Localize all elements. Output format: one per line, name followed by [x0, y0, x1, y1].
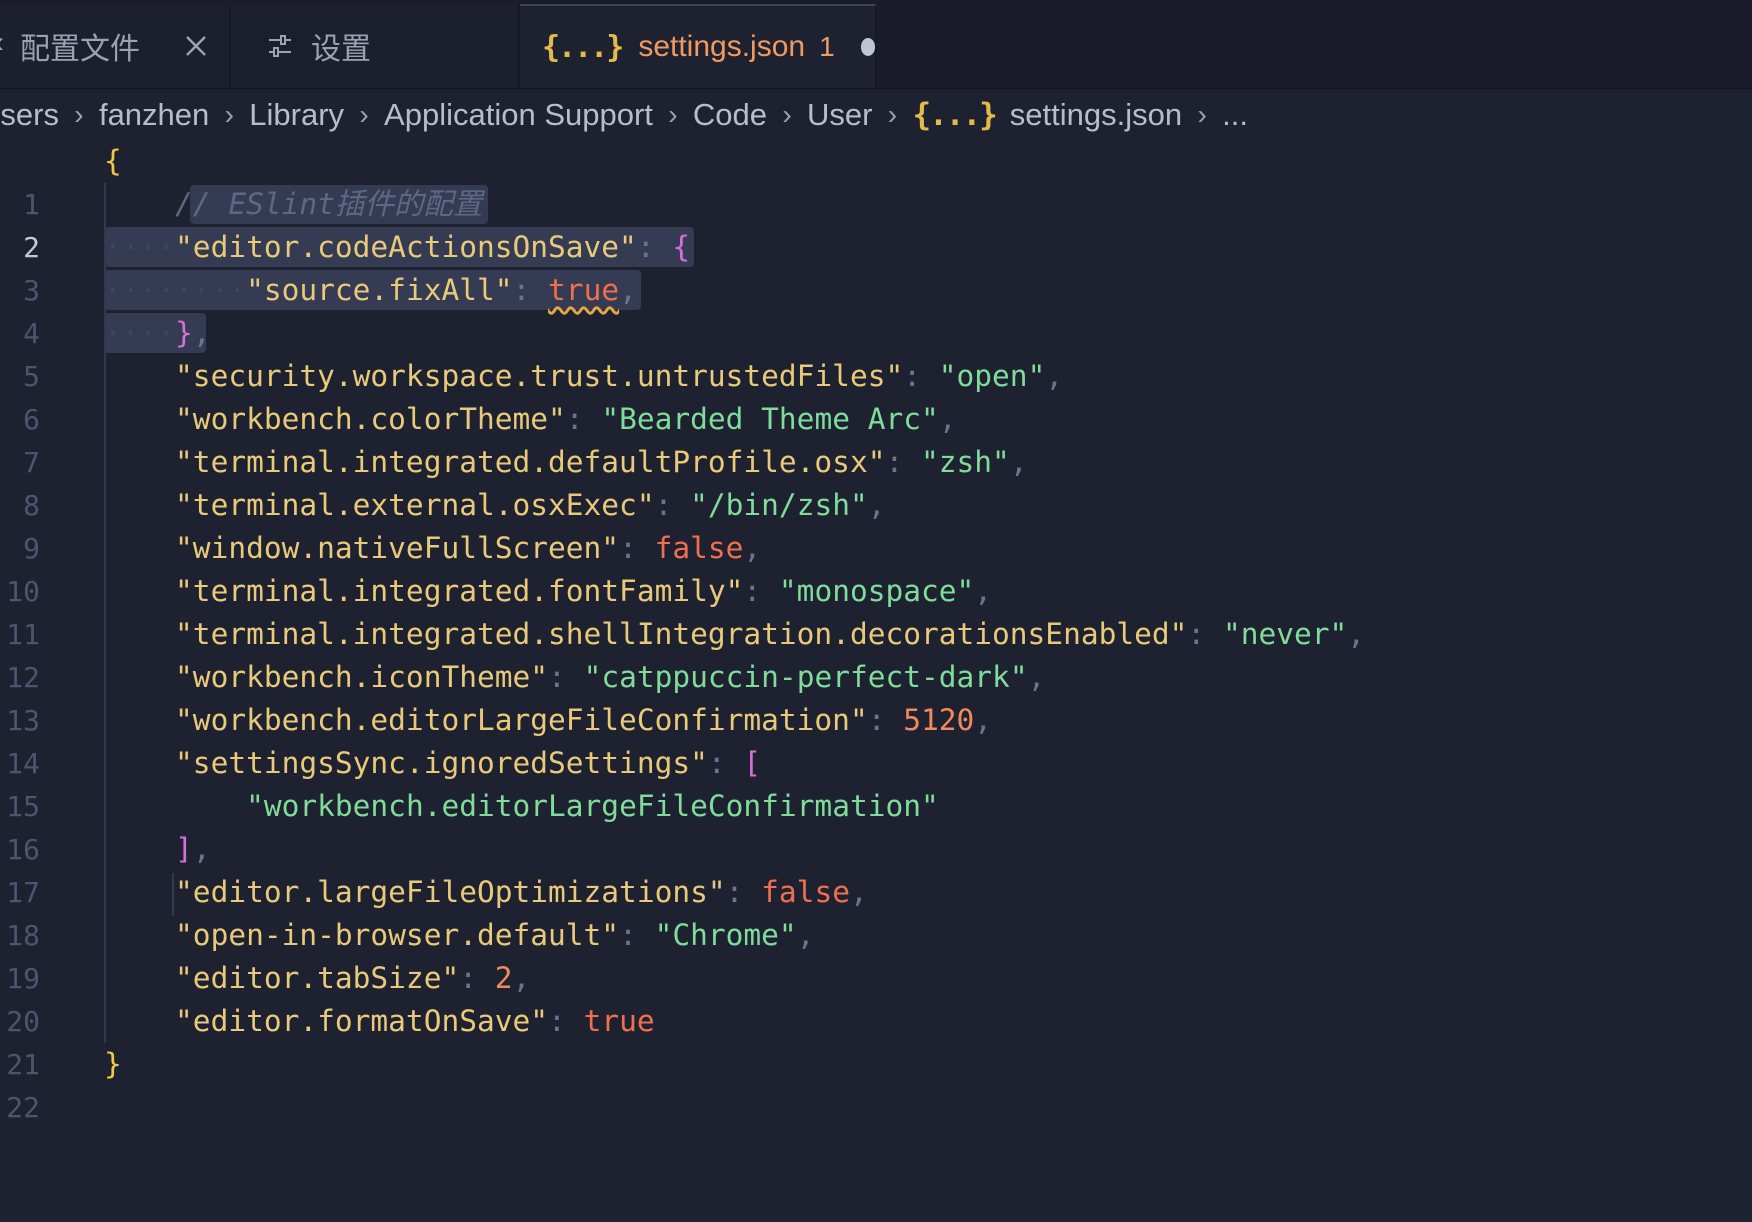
breadcrumb-item[interactable]: User — [807, 97, 872, 133]
tab-label: 设置 — [311, 33, 371, 66]
problem-count-badge: 1 — [819, 31, 835, 62]
code-line: 5 ····}, — [0, 312, 1752, 393]
settings-sliders-icon — [269, 35, 291, 57]
json-braces-icon: {...} — [912, 97, 997, 133]
breadcrumb-item[interactable]: Code — [693, 97, 767, 133]
chevron-right-icon: › — [782, 99, 792, 130]
code-line: 8 "terminal.integrated.defaultProfile.os… — [0, 441, 1752, 522]
chevron-right-icon: › — [887, 99, 898, 130]
code-line: 1 { — [0, 140, 1752, 221]
chevron-right-icon: › — [224, 99, 234, 130]
code-line: 9 "terminal.external.osxExec": "/bin/zsh… — [0, 484, 1752, 565]
chevron-right-icon: › — [1197, 99, 1207, 130]
code-line: 3 ····"editor.codeActionsOnSave": { — [0, 226, 1752, 307]
code-line: 16 "workbench.editorLargeFileConfirmatio… — [0, 785, 1752, 866]
breadcrumb-item[interactable]: Application Support — [384, 97, 653, 133]
breadcrumb-item[interactable]: Users — [0, 97, 59, 133]
code-line: 6 "security.workspace.trust.untrustedFil… — [0, 355, 1752, 436]
code-line: 20 "editor.tabSize": 2, — [0, 957, 1752, 1038]
code-line: 22 } — [0, 1043, 1752, 1124]
code-line: 7 "workbench.colorTheme": "Bearded Theme… — [0, 398, 1752, 479]
breadcrumb-item[interactable]: fanzhen — [99, 97, 209, 133]
code-line: 19 "open-in-browser.default": "Chrome", — [0, 914, 1752, 995]
code-editor[interactable]: 1 { 2 // ESlint插件的配置 3 ····"editor.codeA… — [0, 140, 1752, 1222]
unsaved-dot-icon[interactable] — [860, 38, 875, 56]
code-line: 11 "terminal.integrated.fontFamily": "mo… — [0, 570, 1752, 651]
breadcrumb: Users › fanzhen › Library › Application … — [0, 92, 1248, 138]
code-line: 21 "editor.formatOnSave": true — [0, 1000, 1752, 1081]
tab-settings[interactable]: 设置 — [231, 4, 519, 88]
code-line: 4 ········"source.fixAll": true, — [0, 269, 1752, 350]
chevron-right-icon: › — [668, 99, 678, 130]
line-number: 22 — [6, 1091, 40, 1124]
code-comment: // ESlint插件的配置 — [175, 187, 483, 221]
breadcrumb-item[interactable]: Library — [249, 97, 344, 133]
chevron-right-icon: › — [74, 99, 84, 130]
code-line: 13 "workbench.iconTheme": "catppuccin-pe… — [0, 656, 1752, 737]
tab-lead-mark: ‹ — [0, 26, 4, 60]
tab-profile-config[interactable]: ‹ 配置文件 — [0, 4, 230, 88]
breadcrumb-item[interactable]: ... — [1222, 97, 1248, 133]
tab-settings-json[interactable]: {...} settings.json 1 — [520, 4, 876, 88]
code-line: 12 "terminal.integrated.shellIntegration… — [0, 613, 1752, 694]
code-line: 14 "workbench.editorLargeFileConfirmatio… — [0, 699, 1752, 780]
code-line: 2 // ESlint插件的配置 — [0, 183, 1752, 264]
close-icon[interactable] — [182, 32, 210, 60]
code-line: 18 "editor.largeFileOptimizations": fals… — [0, 871, 1752, 952]
code-line: 17 ], — [0, 828, 1752, 909]
json-braces-icon: {...} — [542, 29, 624, 65]
code-line: 10 "window.nativeFullScreen": false, — [0, 527, 1752, 608]
tab-label: settings.json — [638, 30, 806, 63]
breadcrumb-item[interactable]: settings.json — [1010, 97, 1182, 133]
chevron-right-icon: › — [359, 99, 369, 130]
code-line: 15 "settingsSync.ignoredSettings": [ — [0, 742, 1752, 823]
tab-label: 配置文件 — [20, 33, 140, 66]
warning-squiggle[interactable]: true — [548, 273, 619, 307]
editor-tab-bar: ‹ 配置文件 设置 {...} settings.json 1 — [0, 0, 1752, 89]
